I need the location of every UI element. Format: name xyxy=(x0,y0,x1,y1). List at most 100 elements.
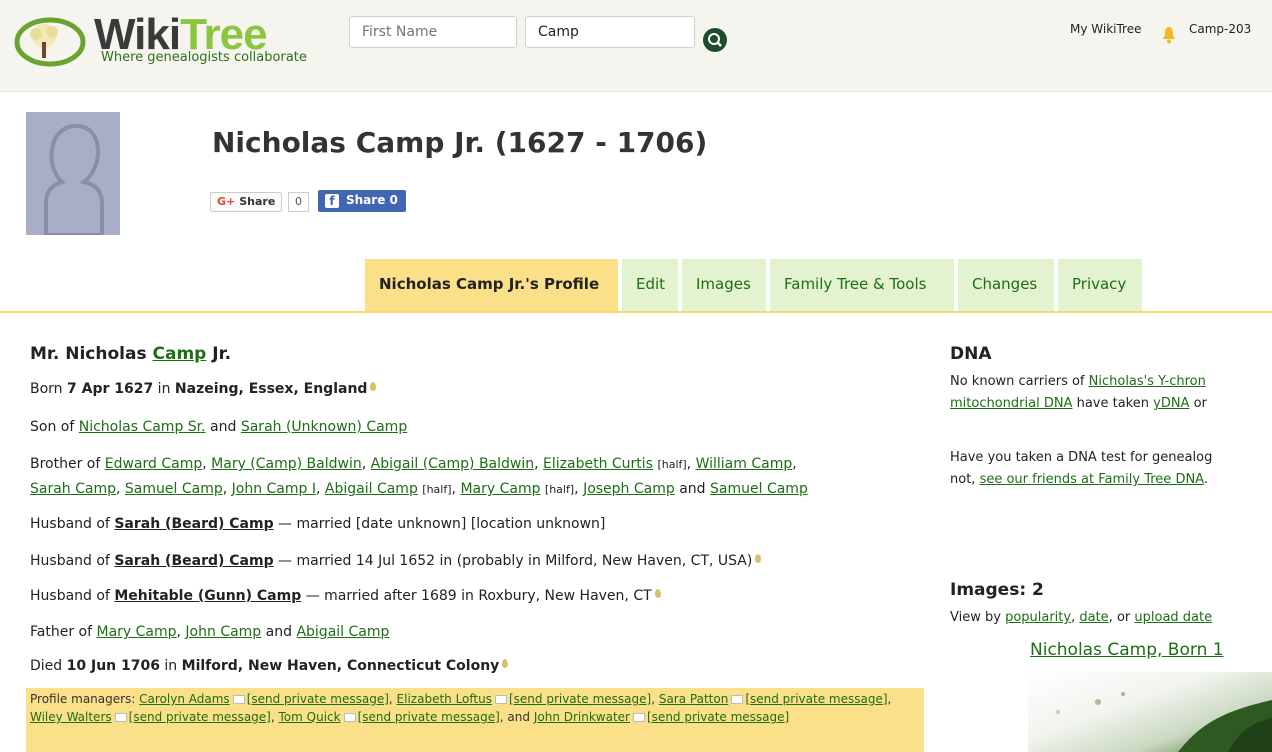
manager-link[interactable]: Wiley Walters xyxy=(30,710,112,724)
send-private-message-link[interactable]: [send private message] xyxy=(745,692,887,706)
died-label: Died xyxy=(30,658,67,674)
child-link[interactable]: John Camp xyxy=(185,624,261,640)
sibling-link[interactable]: Sarah Camp xyxy=(30,481,116,497)
send-private-message-link[interactable]: [send private message] xyxy=(358,710,500,724)
first-name-input[interactable] xyxy=(349,16,517,48)
email-icon[interactable] xyxy=(343,713,356,722)
spouse-link[interactable]: Sarah (Beard) Camp xyxy=(114,516,273,532)
birth-date: 7 Apr 1627 xyxy=(67,381,154,397)
sort-popularity-link[interactable]: popularity xyxy=(1005,610,1071,625)
last-name-input[interactable] xyxy=(525,16,695,48)
google-plus-icon: G+ xyxy=(217,195,236,208)
map-pin-icon[interactable] xyxy=(502,659,509,668)
marriage-details: — married 14 Jul 1652 in (probably in Mi… xyxy=(273,553,753,569)
image-caption-link[interactable]: Nicholas Camp, Born 1 xyxy=(1030,640,1224,660)
send-private-message-link[interactable]: [send private message] xyxy=(647,710,789,724)
child-link[interactable]: Abigail Camp xyxy=(296,624,389,640)
child-link[interactable]: Mary Camp xyxy=(96,624,176,640)
page-title: Nicholas Camp Jr. (1627 - 1706) xyxy=(212,126,708,159)
manager-link[interactable]: Carolyn Adams xyxy=(139,692,230,706)
tab-family-tree-tools[interactable]: Family Tree & Tools xyxy=(770,259,954,311)
dna-or-text: or xyxy=(1189,396,1207,411)
tab-bar-underline xyxy=(0,311,1272,313)
and-text: and xyxy=(205,419,241,435)
surname-link[interactable]: Camp xyxy=(153,344,207,364)
facebook-share-button[interactable]: f Share 0 xyxy=(318,190,406,212)
spouse-line-3: Husband of Mehitable (Gunn) Camp — marri… xyxy=(30,588,661,604)
sibling-link[interactable]: Mary (Camp) Baldwin xyxy=(211,456,362,472)
send-private-message-link[interactable]: [send private message] xyxy=(247,692,389,706)
email-icon[interactable] xyxy=(633,713,645,722)
images-view-by: View by popularity, date, or upload date xyxy=(950,610,1213,625)
spouse-link[interactable]: Mehitable (Gunn) Camp xyxy=(114,588,301,604)
dna-friends-line: not, see our friends at Family Tree DNA. xyxy=(950,472,1208,487)
name-suffix: Jr. xyxy=(206,344,232,364)
siblings-line-2: Sarah Camp, Samuel Camp, John Camp I, Ab… xyxy=(30,481,808,497)
and-text: and xyxy=(261,624,297,640)
family-tree-dna-link[interactable]: see our friends at Family Tree DNA xyxy=(980,472,1204,487)
map-pin-icon[interactable] xyxy=(654,589,661,598)
map-pin-icon[interactable] xyxy=(755,554,762,563)
sibling-link[interactable]: Abigail Camp xyxy=(325,481,418,497)
sibling-link[interactable]: Samuel Camp xyxy=(710,481,808,497)
email-icon[interactable] xyxy=(114,713,127,722)
y-chromosome-link[interactable]: Nicholas's Y-chron xyxy=(1089,374,1206,389)
mitochondrial-dna-link[interactable]: mitochondrial DNA xyxy=(950,396,1072,411)
sort-upload-date-link[interactable]: upload date xyxy=(1134,610,1212,625)
email-icon[interactable] xyxy=(494,695,507,704)
half-sibling-tag: [half] xyxy=(657,458,687,471)
dna-carriers-text: No known carriers of xyxy=(950,374,1089,389)
children-line: Father of Mary Camp, John Camp and Abiga… xyxy=(30,624,390,640)
or-text: , or xyxy=(1108,610,1135,625)
sibling-link[interactable]: Joseph Camp xyxy=(583,481,675,497)
tab-images[interactable]: Images xyxy=(682,259,766,311)
spouse-line-1: Husband of Sarah (Beard) Camp — married … xyxy=(30,516,605,532)
email-icon[interactable] xyxy=(232,695,245,704)
profile-managers-label: Profile managers: xyxy=(30,692,140,706)
profile-image-thumbnail[interactable] xyxy=(1028,672,1272,752)
spouse-link[interactable]: Sarah (Beard) Camp xyxy=(114,553,273,569)
email-icon[interactable] xyxy=(731,695,744,704)
notification-bell-icon[interactable] xyxy=(1162,26,1176,44)
my-wikitree-menu[interactable]: My WikiTree xyxy=(1070,22,1142,36)
dna-text-line-1: No known carriers of Nicholas's Y-chron xyxy=(950,374,1206,389)
dna-heading: DNA xyxy=(950,344,992,364)
siblings-line-1: Brother of Edward Camp, Mary (Camp) Bald… xyxy=(30,456,797,472)
manager-link[interactable]: Elizabeth Loftus xyxy=(397,692,492,706)
sibling-link[interactable]: Edward Camp xyxy=(105,456,203,472)
manager-link[interactable]: John Drinkwater xyxy=(534,710,630,724)
tab-privacy[interactable]: Privacy xyxy=(1058,259,1142,311)
wikitree-logo[interactable]: WikiTree Where genealogists collaborate xyxy=(14,10,334,72)
map-pin-icon[interactable] xyxy=(370,382,377,391)
sort-date-link[interactable]: date xyxy=(1079,610,1108,625)
marriage-details: — married after 1689 in Roxbury, New Hav… xyxy=(301,588,652,604)
tab-changes[interactable]: Changes xyxy=(958,259,1054,311)
sibling-link[interactable]: John Camp I xyxy=(232,481,316,497)
google-plus-share-button[interactable]: G+ Share xyxy=(210,192,283,212)
sibling-link[interactable]: Mary Camp xyxy=(460,481,540,497)
dna-taken-text: have taken xyxy=(1072,396,1154,411)
send-private-message-link[interactable]: [send private message] xyxy=(509,692,651,706)
send-private-message-link[interactable]: [send private message] xyxy=(129,710,271,724)
dna-test-question: Have you taken a DNA test for genealog xyxy=(950,450,1213,465)
mother-link[interactable]: Sarah (Unknown) Camp xyxy=(241,419,407,435)
ydna-link[interactable]: yDNA xyxy=(1153,396,1189,411)
half-sibling-tag: [half] xyxy=(544,483,575,496)
user-id-menu[interactable]: Camp-203 xyxy=(1189,22,1251,36)
dna-period: . xyxy=(1203,472,1208,487)
dna-not-text: not, xyxy=(950,472,980,487)
sibling-link[interactable]: Abigail (Camp) Baldwin xyxy=(371,456,534,472)
manager-link[interactable]: Sara Patton xyxy=(659,692,728,706)
profile-photo-placeholder xyxy=(26,112,120,235)
husband-of-label: Husband of xyxy=(30,553,115,569)
sibling-link[interactable]: Samuel Camp xyxy=(125,481,223,497)
tab-profile[interactable]: Nicholas Camp Jr.'s Profile xyxy=(365,259,618,311)
sibling-link[interactable]: Elizabeth Curtis xyxy=(543,456,653,472)
birth-place: Nazeing, Essex, England xyxy=(174,381,368,397)
search-button[interactable] xyxy=(703,28,727,52)
manager-link[interactable]: Tom Quick xyxy=(279,710,341,724)
father-link[interactable]: Nicholas Camp Sr. xyxy=(79,419,206,435)
tab-edit[interactable]: Edit xyxy=(622,259,678,311)
sibling-link[interactable]: William Camp xyxy=(696,456,793,472)
google-plus-share-label: Share xyxy=(239,195,276,208)
